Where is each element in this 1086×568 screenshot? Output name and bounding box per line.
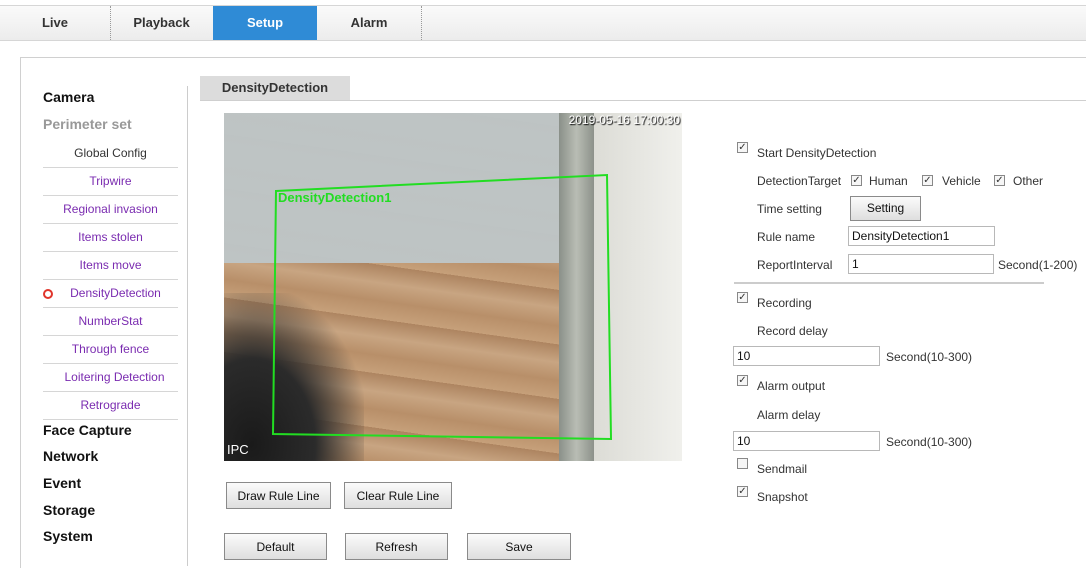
sidebar-item-through-fence[interactable]: Through fence <box>43 336 178 364</box>
section-divider <box>734 282 1044 284</box>
tab-live[interactable]: Live <box>0 6 111 40</box>
snapshot-label: Snapshot <box>757 490 808 504</box>
check-icon: ✓ <box>738 142 747 153</box>
default-button[interactable]: Default <box>224 533 327 560</box>
sidebar-item-global-config[interactable]: Global Config <box>43 140 178 168</box>
sidebar-item-label: Regional invasion <box>63 202 158 216</box>
sidebar-item-label: Items move <box>79 258 142 272</box>
sidebar-item-label: DensityDetection <box>70 286 161 300</box>
recording-label: Recording <box>757 296 812 310</box>
time-setting-button[interactable]: Setting <box>850 196 921 221</box>
refresh-button[interactable]: Refresh <box>345 533 448 560</box>
rule-name-label: Rule name <box>757 230 816 244</box>
sidebar-system[interactable]: System <box>43 528 93 544</box>
sidebar-item-label: Tripwire <box>89 174 132 188</box>
rule-label: DensityDetection1 <box>278 190 392 205</box>
human-label: Human <box>869 174 908 188</box>
sidebar-item-label: Global Config <box>74 146 147 160</box>
human-checkbox[interactable]: ✓ <box>851 175 862 186</box>
check-icon: ✓ <box>995 175 1004 186</box>
report-interval-label: ReportInterval <box>757 258 833 272</box>
sidebar-item-numberstat[interactable]: NumberStat <box>43 308 178 336</box>
detection-target-label: DetectionTarget <box>757 174 842 188</box>
check-icon: ✓ <box>738 292 747 303</box>
vehicle-checkbox[interactable]: ✓ <box>922 175 933 186</box>
report-interval-input[interactable]: 1 <box>848 254 994 274</box>
alarm-delay-unit: Second(10-300) <box>886 435 973 449</box>
clear-rule-line-button[interactable]: Clear Rule Line <box>344 482 452 509</box>
save-button[interactable]: Save <box>467 533 571 560</box>
sidebar-item-label: NumberStat <box>78 314 143 328</box>
top-nav: Live Playback Setup Alarm <box>0 5 1086 41</box>
record-delay-label: Record delay <box>757 324 828 338</box>
sidebar-item-loitering-detection[interactable]: Loitering Detection <box>43 364 178 392</box>
check-icon: ✓ <box>738 375 747 386</box>
tab-alarm[interactable]: Alarm <box>317 6 422 40</box>
time-setting-label: Time setting <box>757 202 822 216</box>
page-title-tab: DensityDetection <box>200 76 350 100</box>
record-delay-unit: Second(10-300) <box>886 350 973 364</box>
osd-channel: IPC <box>227 442 249 457</box>
sidebar-network[interactable]: Network <box>43 448 98 464</box>
check-icon: ✓ <box>923 175 932 186</box>
other-checkbox[interactable]: ✓ <box>994 175 1005 186</box>
osd-timestamp: 2019-05-16 17:00:30 <box>568 113 680 127</box>
rule-region[interactable] <box>224 113 682 461</box>
sidebar-item-density-detection[interactable]: DensityDetection <box>43 280 178 308</box>
alarm-delay-input[interactable]: 10 <box>733 431 880 451</box>
alarm-delay-label: Alarm delay <box>757 408 821 422</box>
report-interval-unit: Second(1-200) <box>998 258 1078 272</box>
sidebar-item-label: Through fence <box>71 342 150 356</box>
sidebar-storage[interactable]: Storage <box>43 502 95 518</box>
rule-name-input[interactable]: DensityDetection1 <box>848 226 995 246</box>
sidebar-item-label: Loitering Detection <box>64 370 165 384</box>
sidebar-face-capture[interactable]: Face Capture <box>43 422 132 438</box>
alarm-output-label: Alarm output <box>757 379 826 393</box>
sidebar-item-items-move[interactable]: Items move <box>43 252 178 280</box>
sendmail-label: Sendmail <box>757 462 808 476</box>
sidebar-perimeter-set[interactable]: Perimeter set <box>43 116 132 132</box>
rule-polygon[interactable] <box>271 173 613 441</box>
sidebar-item-label: Items stolen <box>78 230 143 244</box>
snapshot-checkbox[interactable]: ✓ <box>737 486 748 497</box>
tab-playback[interactable]: Playback <box>110 6 213 40</box>
video-preview[interactable]: DensityDetection1 2019-05-16 17:00:30 IP… <box>224 113 682 461</box>
sidebar-camera[interactable]: Camera <box>43 89 94 105</box>
sidebar-event[interactable]: Event <box>43 475 81 491</box>
sidebar-divider <box>187 86 188 566</box>
sidebar-item-items-stolen[interactable]: Items stolen <box>43 224 178 252</box>
sidebar-item-retrograde[interactable]: Retrograde <box>43 392 178 420</box>
record-delay-input[interactable]: 10 <box>733 346 880 366</box>
start-detection-label: Start DensityDetection <box>757 146 877 160</box>
vehicle-label: Vehicle <box>942 174 981 188</box>
sidebar-item-regional-invasion[interactable]: Regional invasion <box>43 196 178 224</box>
check-icon: ✓ <box>852 175 861 186</box>
active-item-dot-icon <box>43 289 53 299</box>
other-label: Other <box>1013 174 1044 188</box>
tab-underline <box>200 100 1086 101</box>
sidebar-item-label: Retrograde <box>80 398 141 412</box>
sidebar-item-tripwire[interactable]: Tripwire <box>43 168 178 196</box>
draw-rule-line-button[interactable]: Draw Rule Line <box>226 482 331 509</box>
check-icon: ✓ <box>738 486 747 497</box>
recording-checkbox[interactable]: ✓ <box>737 292 748 303</box>
alarm-output-checkbox[interactable]: ✓ <box>737 375 748 386</box>
start-detection-checkbox[interactable]: ✓ <box>737 142 748 153</box>
tab-setup[interactable]: Setup <box>213 6 317 40</box>
sendmail-checkbox[interactable] <box>737 458 748 469</box>
